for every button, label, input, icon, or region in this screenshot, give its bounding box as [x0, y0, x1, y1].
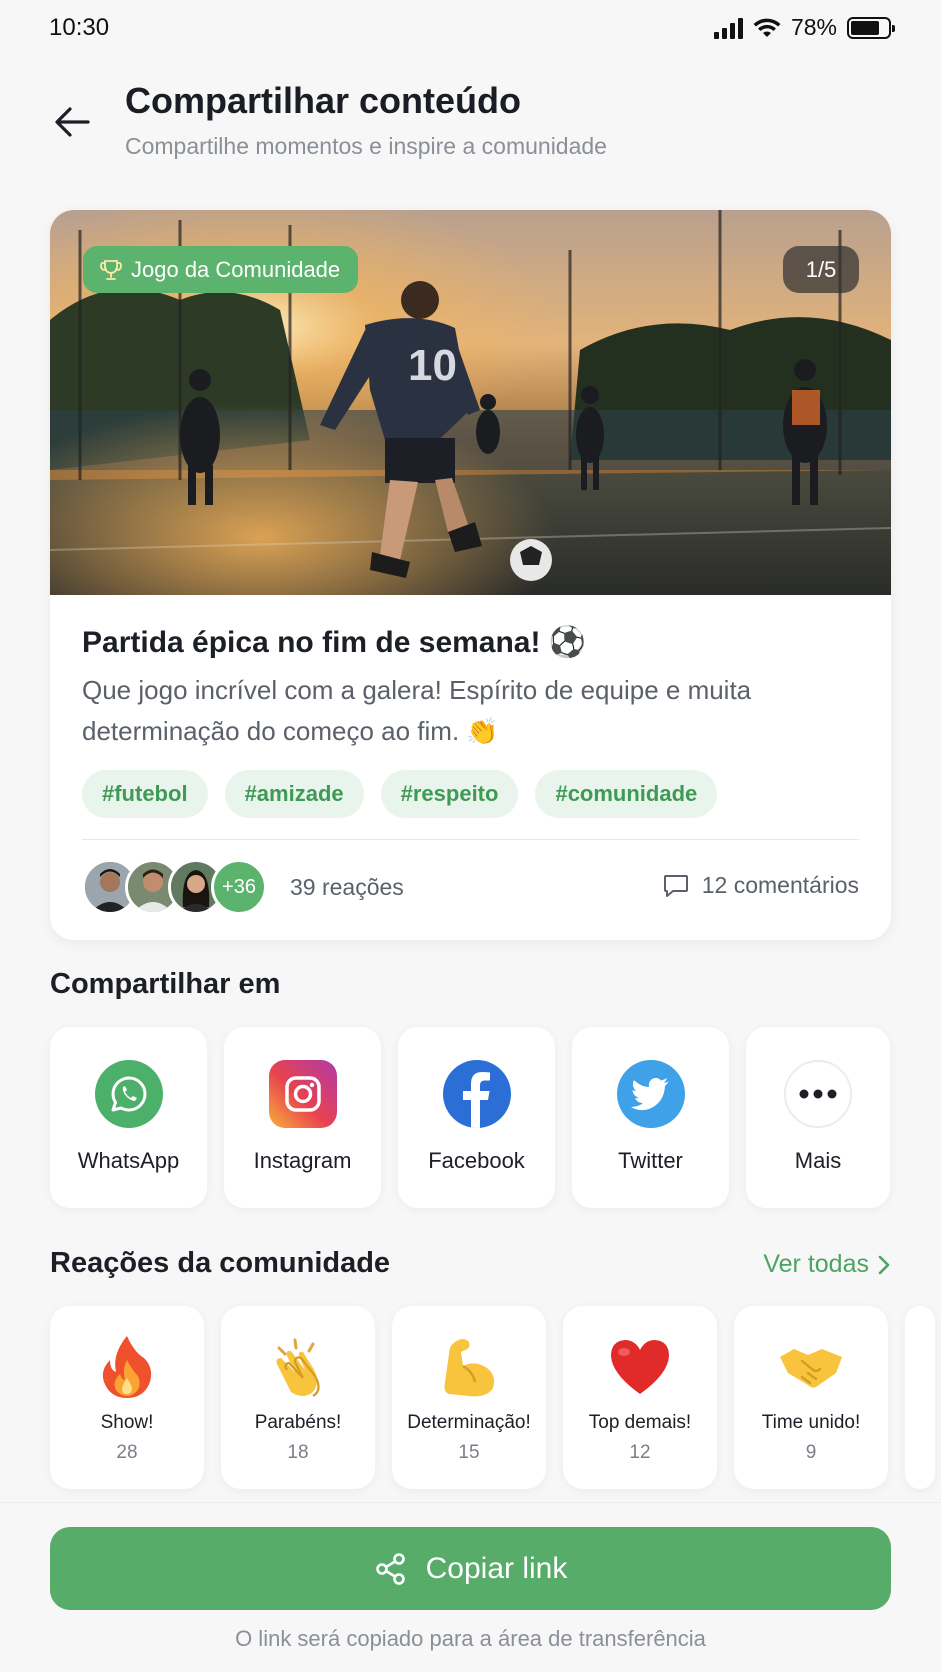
reaction-count: 9 [805, 1442, 817, 1463]
flexed-biceps-icon [439, 1334, 499, 1400]
back-button[interactable] [50, 100, 94, 144]
image-counter: 1/5 [783, 246, 859, 293]
page-title: Compartilhar conteúdo [125, 80, 522, 121]
red-heart-icon [608, 1334, 672, 1400]
post-card[interactable]: 10 Jogo da Comunidade 1/5 Partida épica … [50, 210, 891, 940]
battery-percentage: 78% [790, 14, 837, 40]
community-badge-label: Jogo da Comunidade [131, 256, 341, 282]
reactions-section-title: Reações da comunidade [50, 1247, 391, 1279]
whatsapp-icon [94, 1060, 163, 1128]
community-badge: Jogo da Comunidade [83, 246, 359, 293]
share-label: WhatsApp [77, 1148, 180, 1173]
fire-icon [98, 1334, 156, 1400]
tag-chip[interactable]: #comunidade [535, 770, 718, 818]
comments-button[interactable]: 12 comentários [662, 871, 859, 899]
reactions-count[interactable]: 39 reações [290, 874, 404, 901]
share-label: Instagram [253, 1148, 352, 1173]
share-icon [375, 1552, 405, 1585]
battery-icon [847, 16, 895, 39]
signal-icon [713, 17, 743, 39]
tag-list: #futebol #amizade #respeito #comunidade [82, 770, 718, 818]
reaction-card-partial[interactable] [905, 1306, 935, 1489]
reaction-label: Parabéns! [254, 1412, 342, 1433]
twitter-icon [616, 1060, 685, 1128]
divider [0, 1502, 941, 1503]
wifi-icon [753, 18, 781, 37]
tag-chip[interactable]: #respeito [380, 770, 519, 818]
post-title: Partida épica no fim de semana! ⚽ [82, 626, 587, 659]
share-label: Facebook [428, 1148, 525, 1173]
reaction-list: Show! 28 Parabéns! 18 Determinação! 15 T… [50, 1306, 935, 1489]
reaction-count: 18 [287, 1442, 309, 1463]
tag-chip[interactable]: #futebol [82, 770, 208, 818]
share-section-title: Compartilhar em [50, 968, 281, 1000]
status-bar: 10:30 78% [0, 0, 941, 58]
reaction-label: Show! [100, 1412, 154, 1433]
reaction-card[interactable]: Top demais! 12 [563, 1306, 717, 1489]
facebook-icon [442, 1060, 511, 1128]
clapping-hands-icon [265, 1334, 331, 1400]
page-subtitle: Compartilhe momentos e inspire a comunid… [125, 133, 607, 159]
reaction-label: Determinação! [407, 1412, 531, 1433]
post-image[interactable]: 10 Jogo da Comunidade 1/5 [50, 210, 891, 595]
share-options: WhatsApp Instagram Facebook Twitter Mais [50, 1027, 890, 1208]
share-more-button[interactable]: Mais [746, 1027, 890, 1208]
share-whatsapp-button[interactable]: WhatsApp [50, 1027, 207, 1208]
status-icons: 78% [713, 14, 895, 41]
avatar-more-count: +36 [211, 859, 267, 915]
see-all-label: Ver todas [763, 1250, 869, 1278]
tag-chip[interactable]: #amizade [224, 770, 364, 818]
reaction-label: Time unido! [761, 1412, 861, 1433]
share-label: Twitter [618, 1148, 683, 1173]
copy-link-hint: O link será copiado para a área de trans… [235, 1626, 706, 1651]
arrow-left-icon [55, 107, 90, 137]
handshake-icon [778, 1334, 844, 1400]
reaction-count: 28 [116, 1442, 138, 1463]
reaction-count: 15 [458, 1442, 480, 1463]
reaction-card[interactable]: Parabéns! 18 [221, 1306, 375, 1489]
comments-count: 12 comentários [701, 871, 859, 898]
see-all-link[interactable]: Ver todas [763, 1250, 891, 1279]
reaction-card[interactable]: Show! 28 [50, 1306, 204, 1489]
trophy-icon [100, 259, 122, 280]
share-facebook-button[interactable]: Facebook [398, 1027, 555, 1208]
chevron-right-icon [878, 1255, 890, 1274]
copy-link-label: Copiar link [425, 1551, 568, 1585]
reaction-card[interactable]: Determinação! 15 [392, 1306, 546, 1489]
instagram-icon [268, 1060, 337, 1128]
reaction-card[interactable]: Time unido! 9 [734, 1306, 888, 1489]
jersey-number: 10 [408, 341, 457, 390]
status-time: 10:30 [49, 14, 110, 41]
copy-link-button[interactable]: Copiar link [50, 1527, 891, 1610]
post-description: Que jogo incrível com a galera! Espírito… [82, 675, 752, 746]
share-instagram-button[interactable]: Instagram [224, 1027, 381, 1208]
reaction-label: Top demais! [588, 1412, 692, 1433]
comment-icon [663, 875, 688, 897]
share-twitter-button[interactable]: Twitter [572, 1027, 729, 1208]
avatar-stack[interactable]: +36 [82, 859, 267, 915]
divider [82, 839, 859, 840]
more-icon [784, 1060, 852, 1128]
share-label: Mais [794, 1148, 842, 1173]
reaction-count: 12 [629, 1442, 651, 1463]
